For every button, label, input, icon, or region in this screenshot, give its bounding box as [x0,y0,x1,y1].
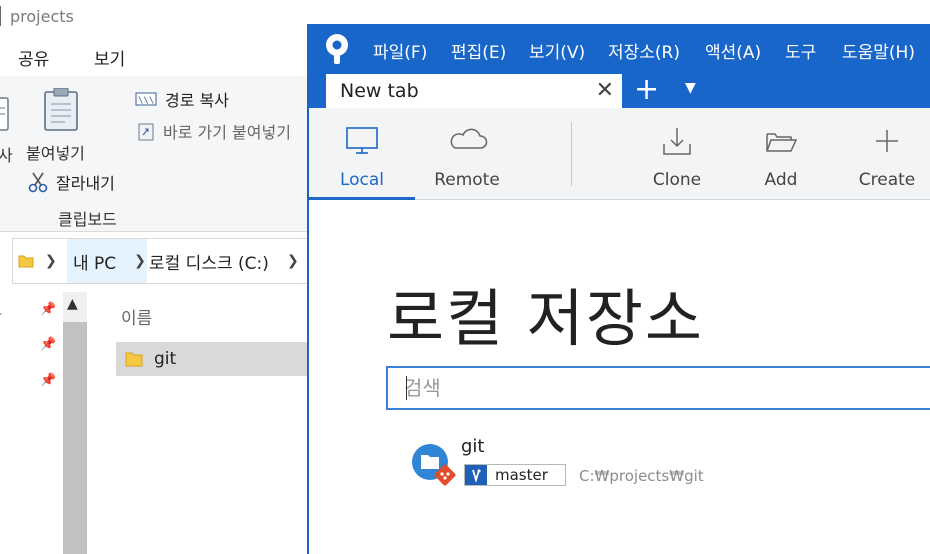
search-box[interactable] [386,366,930,410]
menu-actions[interactable]: 액션(A) [705,38,761,63]
copy-path-icon: \\\ [135,92,157,106]
toolbar-divider [571,122,572,186]
chevron-up-icon[interactable]: ▲ [67,296,78,312]
ribbon-tab-view[interactable]: 보기 [94,45,125,70]
address-segment-this-pc[interactable]: 내 PC [67,239,143,283]
address-chevron[interactable]: ❯ [45,239,57,283]
paste-shortcut-button[interactable]: 바로 가기 붙여넣기 [137,119,291,143]
toolbar-create-label: Create [858,170,916,190]
chevron-right-icon: ❯ [45,253,57,269]
scissors-icon [28,172,48,193]
active-tab-underline [309,197,415,200]
menu-tools[interactable]: 도구 [785,38,816,63]
titlebar-separator [0,6,1,26]
copy-path-button[interactable]: \\\ 경로 복사 [135,87,229,111]
address-chevron[interactable]: ❯ [287,239,299,283]
toolbar-add-label: Add [764,170,798,190]
toolbar-remote-button[interactable]: Remote [415,108,519,200]
clipboard-group-label: 클립보드 [58,210,117,229]
folder-icon [18,255,34,268]
toolbar-add-button[interactable]: Add [733,108,829,200]
address-chevron[interactable]: ❯ [133,239,147,283]
add-tab-icon[interactable]: + [634,72,659,107]
tab-new-tab[interactable]: New tab ✕ [326,74,622,108]
chevron-right-icon: ❯ [134,253,146,269]
menu-edit[interactable]: 편집(E) [451,38,506,63]
explorer-titlebar: projects [0,0,310,34]
folder-icon [125,352,143,367]
copy-label-partial: 사 [0,146,13,165]
download-icon [663,128,691,155]
clipboard-icon [44,88,78,131]
chevron-down-icon[interactable]: ▼ [685,80,696,96]
close-icon[interactable]: ✕ [596,78,614,103]
copy-path-label: 경로 복사 [165,91,229,110]
paste-label: 붙여넣기 [26,144,85,163]
repo-path: C:₩projects₩git [579,467,704,485]
pin-icon[interactable]: 📌 [40,302,56,317]
address-bar[interactable]: ❯ 내 PC ❯ 로컬 디스크 (C:) ❯ [12,238,312,284]
menu-repository[interactable]: 저장소(R) [608,38,680,63]
toolbar-clone-label: Clone [652,170,702,190]
menu-help[interactable]: 도움말(H) [842,38,915,63]
folder-open-icon [766,133,798,152]
git-repo-icon [412,444,456,486]
pin-icon[interactable]: 📌 [40,373,56,388]
page-title: 로컬 저장소 [387,282,704,355]
sourcetree-logo-icon [326,34,348,64]
repo-name: git [461,436,485,457]
text-caret [406,376,407,400]
copy-icon[interactable] [0,96,10,132]
svg-text:\\\: \\\ [138,96,154,106]
cut-label: 잘라내기 [56,174,115,193]
address-folder-icon-seg [17,239,35,283]
address-segment-drive[interactable]: 로컬 디스크 (C:) [149,239,269,283]
cloud-icon [450,128,488,149]
repository-list-item[interactable]: git master C:₩projects₩git [411,436,811,496]
plus-icon [876,130,898,152]
toolbar-remote-label: Remote [434,170,500,190]
chevron-right-icon: ❯ [287,253,299,269]
explorer-ribbon-tabs: 공유 보기 [0,34,310,76]
pin-icon[interactable]: 📌 [40,337,56,352]
toolbar-clone-button[interactable]: Clone [629,108,725,200]
menu-view[interactable]: 보기(V) [529,38,585,63]
menu-file[interactable]: 파일(F) [373,38,427,63]
file-name: git [154,349,177,369]
toolbar-local-label: Local [339,170,385,190]
paste-shortcut-label: 바로 가기 붙여넣기 [163,123,291,142]
column-header-name[interactable]: 이름 [121,304,152,329]
ribbon-tab-share[interactable]: 공유 [18,45,49,70]
sourcetree-window: 파일(F) 편집(E) 보기(V) 저장소(R) 액션(A) 도구 도움말(H)… [307,24,930,554]
toolbar-local-button[interactable]: Local [309,108,415,200]
nav-scrollbar-thumb[interactable] [63,322,87,554]
branch-icon [465,465,487,485]
this-pc-label: 내 PC [73,253,117,274]
sourcetree-menubar: 파일(F) 편집(E) 보기(V) 저장소(R) 액션(A) 도구 도움말(H) [309,24,930,74]
tab-bar: New tab ✕ + ▼ [309,72,930,108]
toolbar: Local Remote Clone Add Create [309,108,930,200]
branch-glyph [472,469,481,482]
search-input[interactable] [388,368,930,408]
drive-label: 로컬 디스크 (C:) [149,253,269,274]
paste-shortcut-icon [138,123,154,141]
file-row[interactable]: git [116,342,312,376]
monitor-icon [346,127,378,154]
branch-badge: master [464,464,566,486]
branch-name: master [495,466,548,484]
cut-button[interactable]: 잘라내기 [28,170,115,194]
nav-item-partial[interactable]: - [0,306,2,322]
tab-label: New tab [340,80,419,102]
explorer-title: projects [10,7,74,26]
toolbar-create-button[interactable]: Create [839,108,930,200]
